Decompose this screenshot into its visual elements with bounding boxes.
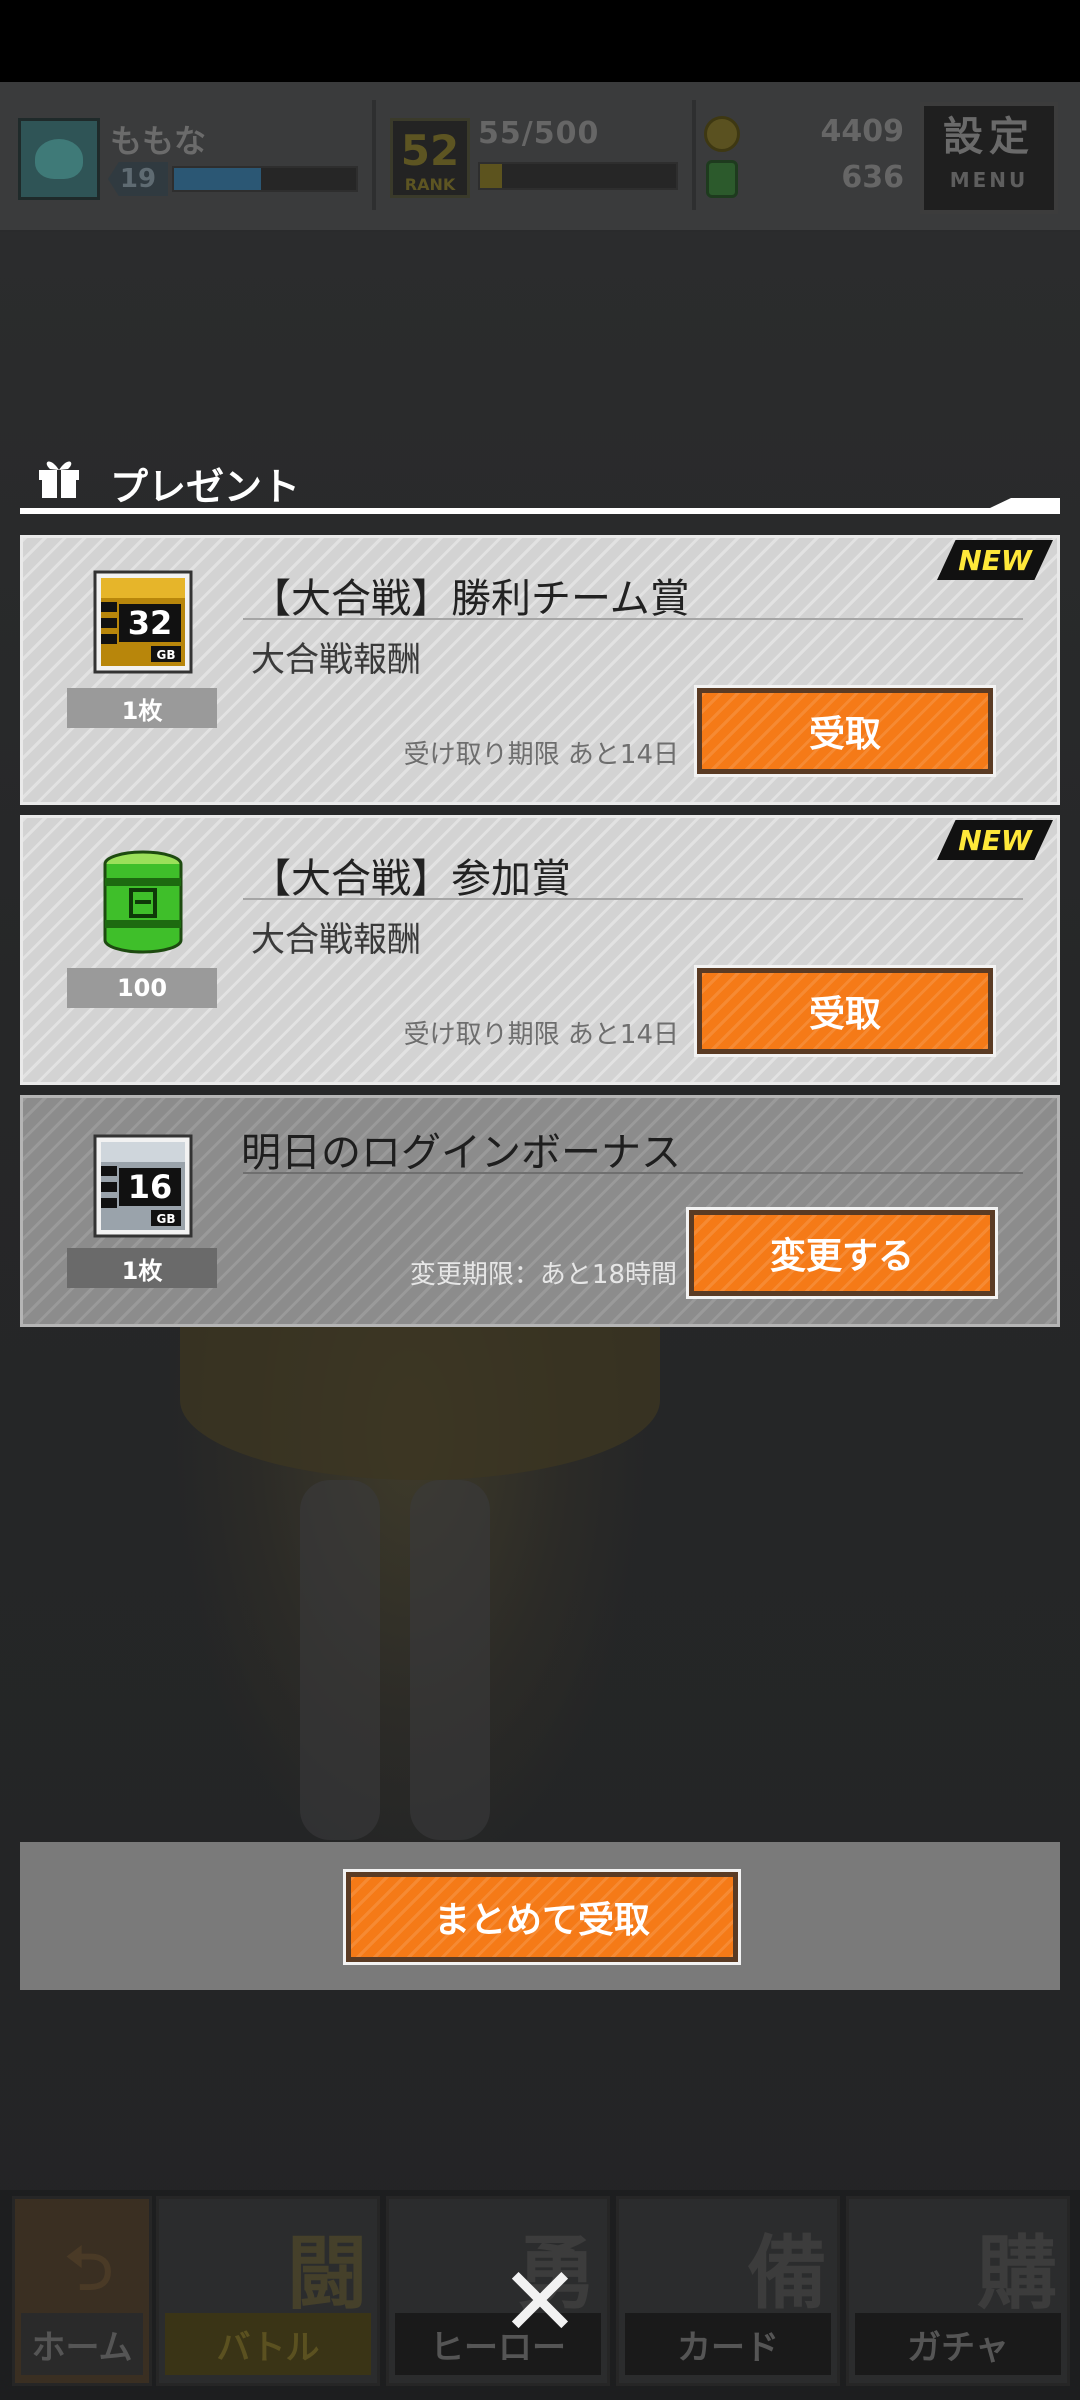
item-subtitle: 大合戦報酬 (251, 640, 421, 680)
item-quantity: 1枚 (67, 688, 217, 728)
stamina-bar (478, 162, 678, 190)
coin-count: 4409 (820, 114, 905, 149)
item-quantity: 1枚 (67, 1248, 217, 1288)
item-quantity: 100 (67, 968, 217, 1008)
present-item: NEW 100 【大合戦】参加賞 大合戦報酬 受け取り期限 あと14日 受取 (20, 815, 1060, 1085)
item-deadline: 受け取り期限 あと14日 (403, 740, 679, 770)
coin-icon (704, 116, 740, 152)
receive-button[interactable]: 受取 (694, 965, 996, 1057)
rank-value: 52 (400, 126, 460, 175)
modal-title: プレゼント (110, 465, 301, 509)
home-back-icon: ⮌ (64, 2234, 113, 2304)
nav-home[interactable]: ⮌ ホーム (12, 2196, 152, 2386)
header-divider (692, 100, 696, 210)
icon-unit-gb: GB (157, 1212, 176, 1226)
nav-gacha-label: ガチャ (855, 2313, 1061, 2375)
background-character-leg (300, 1480, 380, 1840)
background-character-leg (410, 1480, 490, 1840)
item-title: 明日のログインボーナス (241, 1130, 681, 1176)
rank-badge: 52 RANK (390, 118, 470, 198)
stamina-bar-fill (480, 164, 502, 188)
item-title-rule (243, 1172, 1023, 1174)
gift-icon (39, 461, 79, 498)
level-badge: 19 (108, 162, 168, 196)
new-badge: NEW (937, 540, 1053, 580)
menu-kanji: 設定 (943, 114, 1035, 160)
nav-gacha[interactable]: 購 ガチャ (846, 2196, 1070, 2386)
icon-text-16: 16 (128, 1168, 173, 1206)
item-subtitle: 大合戦報酬 (251, 920, 421, 960)
can-currency-icon (706, 160, 738, 198)
nav-card-kanji: 備 (747, 2227, 827, 2320)
nav-card-label: カード (625, 2313, 831, 2375)
present-item: 16 GB 1枚 明日のログインボーナス 変更期限：あと18時間 変更する (20, 1095, 1060, 1327)
status-bar (0, 0, 1080, 82)
item-title: 【大合戦】勝利チーム賞 (251, 576, 690, 622)
stamina-value: 55/500 (478, 116, 600, 151)
rank-label: RANK (404, 175, 456, 194)
receive-button[interactable]: 受取 (694, 685, 996, 777)
nav-gacha-kanji: 購 (977, 2227, 1057, 2320)
green-can-icon (103, 850, 183, 954)
player-avatar (18, 118, 100, 200)
item-title: 【大合戦】参加賞 (251, 856, 571, 902)
nav-card[interactable]: 備 カード (616, 2196, 840, 2386)
menu-label: MENU (949, 168, 1029, 192)
can-count: 636 (841, 160, 904, 195)
header-divider (372, 100, 376, 210)
item-title-rule (243, 898, 1023, 900)
exp-bar (172, 166, 358, 192)
item-title-rule (243, 618, 1023, 620)
player-name: ももな (110, 122, 207, 160)
nav-home-label: ホーム (21, 2313, 143, 2375)
nav-battle-label: バトル (165, 2313, 371, 2375)
sim-card-32gb-icon: 32 GB (93, 570, 193, 674)
nav-battle-kanji: 闘 (287, 2227, 367, 2320)
item-deadline: 変更期限：あと18時間 (409, 1260, 677, 1290)
present-item: NEW 32 GB 1枚 【大合戦】勝利チーム賞 大合戦報酬 受け取り期限 あと… (20, 535, 1060, 805)
menu-button[interactable]: 設定 MENU (920, 102, 1058, 214)
icon-unit-gb: GB (157, 648, 176, 662)
close-button[interactable]: ✕ (498, 2254, 582, 2350)
sim-card-16gb-icon: 16 GB (93, 1134, 193, 1238)
nav-battle[interactable]: 闘 バトル (156, 2196, 380, 2386)
bulk-receive-button[interactable]: まとめて受取 (343, 1869, 741, 1965)
item-deadline: 受け取り期限 あと14日 (403, 1020, 679, 1050)
exp-bar-fill (174, 168, 262, 190)
change-button[interactable]: 変更する (686, 1207, 998, 1299)
new-badge: NEW (937, 820, 1053, 860)
modal-title-underline (20, 508, 1060, 514)
background-character-skirt (180, 1320, 660, 1480)
icon-text-32: 32 (128, 604, 173, 642)
bulk-receive-panel: まとめて受取 (20, 1842, 1060, 1990)
